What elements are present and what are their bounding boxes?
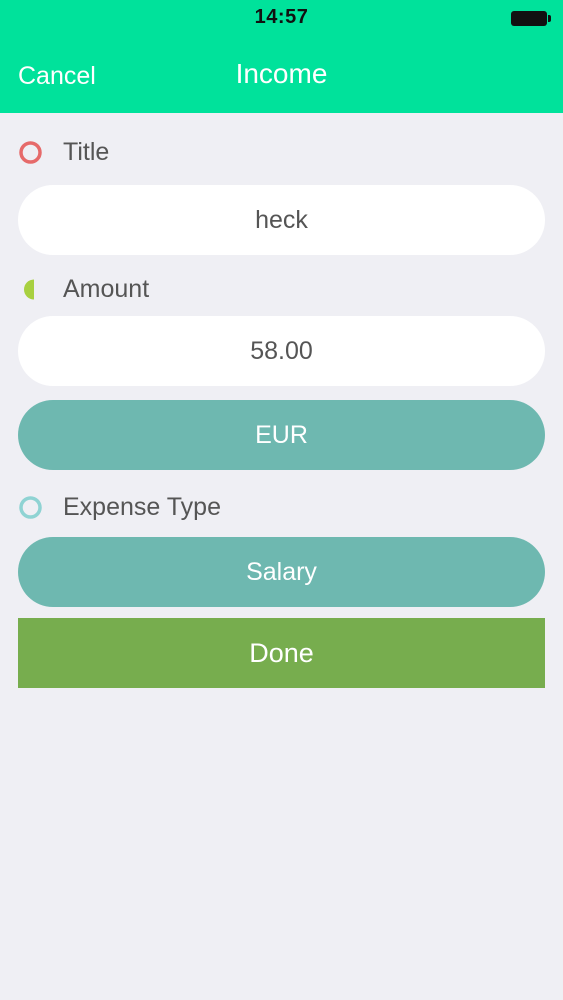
amount-label: Amount xyxy=(63,274,150,303)
expense-type-value: Salary xyxy=(246,557,317,586)
expense-type-ring-icon xyxy=(18,495,43,520)
amount-label-row: Amount xyxy=(18,272,149,306)
expense-type-label: Expense Type xyxy=(63,492,221,521)
title-ring-icon xyxy=(18,140,43,165)
amount-field[interactable] xyxy=(18,316,545,386)
currency-button[interactable]: EUR xyxy=(18,400,545,470)
page-title: Income xyxy=(235,58,328,89)
battery-icon xyxy=(511,11,551,26)
title-field[interactable] xyxy=(18,185,545,255)
status-time: 14:57 xyxy=(254,6,309,28)
done-label: Done xyxy=(249,637,314,668)
expense-type-button[interactable]: Salary xyxy=(18,537,545,607)
title-label: Title xyxy=(63,137,110,166)
income-screen: 14:57 Cancel Income Title Amount EUR xyxy=(0,0,563,1000)
done-button[interactable]: Done xyxy=(18,618,545,688)
currency-label: EUR xyxy=(255,420,308,449)
title-label-row: Title xyxy=(18,135,109,169)
header-bar: 14:57 Cancel Income xyxy=(0,0,563,113)
expense-type-label-row: Expense Type xyxy=(18,490,221,524)
amount-half-circle-icon xyxy=(18,277,43,302)
